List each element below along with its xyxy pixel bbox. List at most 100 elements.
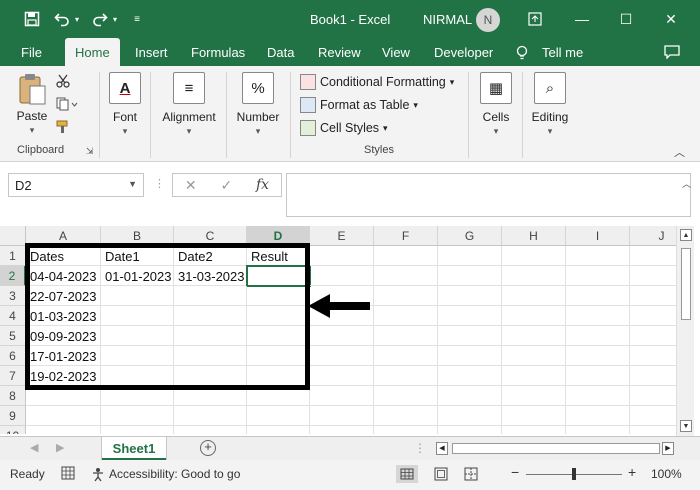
sheet-tab-sheet1[interactable]: Sheet1 — [102, 437, 166, 461]
empty-cell[interactable] — [438, 406, 502, 426]
row-header-5[interactable]: 5 — [0, 326, 26, 346]
empty-cell[interactable] — [502, 346, 566, 366]
empty-cell[interactable] — [310, 266, 374, 286]
user-name[interactable]: NIRMAL — [423, 12, 472, 27]
scroll-right-icon[interactable]: ▶ — [662, 442, 674, 455]
empty-cell[interactable] — [26, 386, 101, 406]
empty-cell[interactable] — [502, 406, 566, 426]
empty-cell[interactable] — [438, 366, 502, 386]
empty-cell[interactable] — [502, 326, 566, 346]
avatar[interactable]: N — [476, 8, 500, 32]
empty-cell[interactable] — [310, 426, 374, 434]
minimize-button[interactable]: — — [571, 8, 593, 30]
column-header-g[interactable]: G — [438, 226, 502, 246]
empty-cell[interactable] — [374, 266, 438, 286]
horizontal-scrollbar[interactable]: ◀ ▶ — [436, 442, 676, 456]
empty-cell[interactable] — [374, 386, 438, 406]
empty-cell[interactable] — [438, 246, 502, 266]
empty-cell[interactable] — [174, 366, 247, 386]
empty-cell[interactable] — [310, 346, 374, 366]
close-button[interactable]: ✕ — [660, 8, 682, 30]
tab-insert[interactable]: Insert — [135, 45, 168, 60]
number-button[interactable]: % Number ▾ — [234, 72, 282, 137]
column-header-h[interactable]: H — [502, 226, 566, 246]
empty-cell[interactable] — [566, 346, 630, 366]
empty-cell[interactable] — [566, 286, 630, 306]
normal-view-icon[interactable] — [396, 465, 418, 483]
row-header-8[interactable]: 8 — [0, 386, 26, 406]
empty-cell[interactable] — [566, 246, 630, 266]
customize-qat-icon[interactable]: ≡ — [130, 9, 144, 29]
empty-cell[interactable] — [438, 266, 502, 286]
empty-cell[interactable] — [438, 346, 502, 366]
insert-function-icon[interactable]: fx — [256, 177, 269, 193]
empty-cell[interactable] — [101, 326, 174, 346]
empty-cell[interactable] — [438, 326, 502, 346]
row-header-1[interactable]: 1 — [0, 246, 26, 266]
accessibility-icon[interactable] — [90, 466, 106, 485]
empty-cell[interactable] — [374, 326, 438, 346]
empty-cell[interactable] — [247, 366, 310, 386]
cell-a7[interactable]: 19-02-2023 — [26, 366, 101, 386]
tab-view[interactable]: View — [382, 45, 410, 60]
empty-cell[interactable] — [26, 406, 101, 426]
paste-button[interactable]: Paste ▾ — [14, 72, 50, 136]
row-header-4[interactable]: 4 — [0, 306, 26, 326]
empty-cell[interactable] — [374, 346, 438, 366]
tab-review[interactable]: Review — [318, 45, 361, 60]
empty-cell[interactable] — [630, 306, 676, 326]
empty-cell[interactable] — [374, 306, 438, 326]
empty-cell[interactable] — [247, 386, 310, 406]
empty-cell[interactable] — [630, 286, 676, 306]
row-header-10[interactable]: 10 — [0, 426, 26, 434]
column-header-a[interactable]: A — [26, 226, 101, 246]
redo-dropdown-icon[interactable]: ▾ — [110, 9, 120, 29]
empty-cell[interactable] — [374, 246, 438, 266]
empty-cell[interactable] — [247, 426, 310, 434]
row-header-7[interactable]: 7 — [0, 366, 26, 386]
empty-cell[interactable] — [310, 246, 374, 266]
empty-cell[interactable] — [310, 366, 374, 386]
empty-cell[interactable] — [174, 286, 247, 306]
tab-data[interactable]: Data — [267, 45, 294, 60]
format-painter-icon[interactable] — [56, 120, 70, 137]
comments-icon[interactable] — [664, 45, 680, 62]
zoom-level[interactable]: 100% — [651, 467, 682, 481]
empty-cell[interactable] — [247, 326, 310, 346]
column-header-c[interactable]: C — [174, 226, 247, 246]
tab-formulas[interactable]: Formulas — [191, 45, 245, 60]
empty-cell[interactable] — [310, 406, 374, 426]
empty-cell[interactable] — [566, 386, 630, 406]
empty-cell[interactable] — [566, 326, 630, 346]
page-layout-view-icon[interactable] — [434, 467, 448, 484]
empty-cell[interactable] — [630, 406, 676, 426]
empty-cell[interactable] — [502, 366, 566, 386]
empty-cell[interactable] — [101, 426, 174, 434]
cell-d1[interactable]: Result — [247, 246, 310, 266]
empty-cell[interactable] — [247, 346, 310, 366]
undo-dropdown-icon[interactable]: ▾ — [72, 9, 82, 29]
row-header-3[interactable]: 3 — [0, 286, 26, 306]
tab-home[interactable]: Home — [65, 38, 120, 68]
conditional-formatting-button[interactable]: Conditional Formatting ▾ — [300, 74, 454, 90]
row-header-9[interactable]: 9 — [0, 406, 26, 426]
empty-cell[interactable] — [101, 366, 174, 386]
format-as-table-button[interactable]: Format as Table ▾ — [300, 97, 418, 113]
cell-d2-selected[interactable] — [246, 265, 311, 287]
empty-cell[interactable] — [374, 426, 438, 434]
cell-b1[interactable]: Date1 — [101, 246, 174, 266]
redo-icon[interactable] — [90, 9, 110, 29]
expand-formula-bar-icon[interactable]: ︿ — [682, 177, 691, 190]
empty-cell[interactable] — [566, 306, 630, 326]
select-all-button[interactable] — [0, 226, 26, 246]
empty-cell[interactable] — [174, 306, 247, 326]
alignment-button[interactable]: ≡ Alignment ▾ — [160, 72, 218, 137]
cell-a1[interactable]: Dates — [26, 246, 101, 266]
empty-cell[interactable] — [630, 246, 676, 266]
sheet-next-icon[interactable]: ▶ — [56, 441, 64, 454]
empty-cell[interactable] — [247, 286, 310, 306]
empty-cell[interactable] — [566, 266, 630, 286]
cell-a4[interactable]: 01-03-2023 — [26, 306, 101, 326]
empty-cell[interactable] — [174, 346, 247, 366]
cell-a6[interactable]: 17-01-2023 — [26, 346, 101, 366]
